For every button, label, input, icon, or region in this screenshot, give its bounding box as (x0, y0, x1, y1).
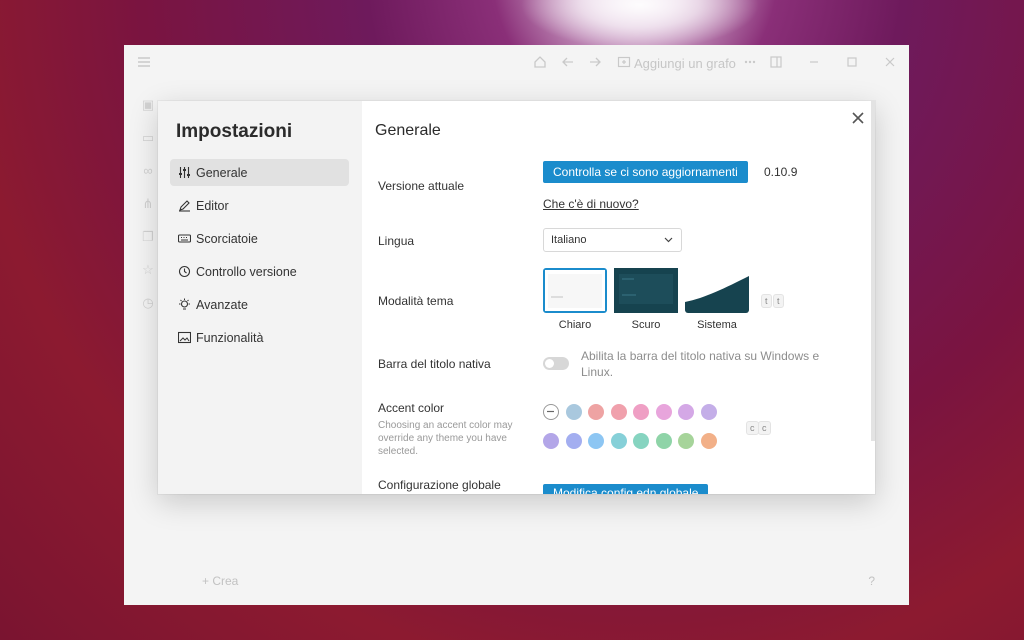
accent-color-swatch[interactable] (700, 433, 717, 449)
accent-color-swatch[interactable] (588, 433, 604, 449)
theme-name-system: Sistema (697, 319, 737, 331)
version-value: 0.10.9 (764, 165, 798, 179)
journals-icon[interactable]: ▣ (140, 97, 156, 113)
language-select[interactable]: Italiano (543, 228, 682, 252)
nav-item-generale[interactable]: Generale (170, 159, 349, 186)
theme-label: Modalità tema (378, 294, 454, 308)
language-value: Italiano (551, 234, 587, 246)
language-label: Lingua (378, 234, 415, 248)
theme-name-light: Chiaro (558, 319, 592, 331)
accent-color-swatch[interactable] (655, 404, 672, 420)
accent-color-swatch[interactable] (543, 433, 559, 449)
settings-nav: Generale Editor Scorciatoie Controllo ve… (170, 159, 349, 357)
help-button[interactable]: ? (868, 574, 875, 588)
nav-item-label: Avanzate (196, 297, 248, 312)
dark-preview-icon (614, 268, 678, 313)
global-config-label: Configurazione globale (378, 478, 501, 492)
history-icon (177, 265, 191, 279)
check-updates-button[interactable]: Controlla se ci sono aggiornamenti (543, 161, 748, 183)
nav-item-avanzate[interactable]: Avanzate (170, 291, 349, 318)
add-graph-button[interactable]: Aggiungi un grafo (634, 56, 736, 71)
nav-item-scorciatoie[interactable]: Scorciatoie (170, 225, 349, 252)
flashcards-icon[interactable]: ▭ (140, 130, 156, 146)
bulb-icon (177, 298, 191, 312)
accent-color-label: Accent color (378, 401, 445, 415)
settings-sidebar: Impostazioni Generale Editor Scorciatoie (158, 101, 362, 494)
settings-dialog: Impostazioni Generale Editor Scorciatoie (158, 101, 875, 494)
native-titlebar-label: Barra del titolo nativa (378, 357, 491, 371)
keyboard-icon (177, 232, 191, 246)
forward-arrow-icon[interactable] (587, 55, 603, 71)
native-titlebar-desc: Abilita la barra del titolo nativa su Wi… (581, 349, 820, 379)
add-graph-icon[interactable] (616, 55, 632, 71)
theme-system-option[interactable] (685, 268, 749, 313)
favorites-icon[interactable]: ☆ (140, 262, 156, 278)
pages-icon[interactable]: ❐ (140, 229, 156, 245)
back-arrow-icon[interactable] (560, 55, 576, 71)
pen-icon (177, 199, 191, 213)
accent-color-swatch[interactable] (610, 433, 627, 449)
accent-none-swatch[interactable] (543, 404, 559, 420)
scrollbar[interactable] (871, 101, 875, 441)
create-button[interactable]: + Crea (202, 574, 238, 588)
edit-global-config-button[interactable]: Modifica config.edn globale (543, 484, 709, 494)
theme-dark-option[interactable] (614, 268, 678, 313)
graph-icon[interactable]: ⋔ (140, 196, 156, 212)
nav-item-controllo-versione[interactable]: Controllo versione (170, 258, 349, 285)
nav-item-label: Funzionalità (196, 330, 264, 345)
accent-color-swatch[interactable] (565, 433, 582, 449)
whats-new-link[interactable]: Che c'è di nuovo? (543, 197, 639, 211)
nav-item-label: Generale (196, 165, 248, 180)
version-label: Versione attuale (378, 179, 465, 193)
accent-shortcut-key: c (746, 421, 759, 435)
left-rail: ▣ ▭ ∞ ⋔ ❐ ☆ ◷ (140, 97, 160, 328)
accent-color-swatch[interactable] (678, 404, 694, 420)
native-titlebar-toggle[interactable] (543, 357, 569, 370)
close-icon[interactable] (849, 109, 867, 127)
accent-color-swatch[interactable] (588, 404, 604, 420)
window-close-icon[interactable] (882, 55, 898, 71)
accent-color-swatch[interactable] (678, 433, 694, 449)
theme-shortcut-key: t (773, 294, 784, 308)
nav-item-funzionalita[interactable]: Funzionalità (170, 324, 349, 351)
maximize-icon[interactable] (844, 55, 860, 71)
sidebar-toggle-icon[interactable] (768, 55, 784, 71)
accent-color-desc: Choosing an accent color may override an… (378, 420, 513, 457)
nav-item-label: Editor (196, 198, 229, 213)
nav-item-label: Controllo versione (196, 264, 297, 279)
settings-main: Generale Versione attuale Controlla se c… (362, 101, 875, 494)
theme-name-dark: Scuro (631, 319, 661, 331)
accent-color-swatch[interactable] (633, 404, 649, 420)
theme-shortcut-key: t (761, 294, 772, 308)
sliders-icon (177, 166, 191, 180)
menu-icon[interactable] (136, 55, 152, 71)
more-icon[interactable] (742, 55, 758, 71)
titlebar: Aggiungi un grafo (124, 45, 909, 81)
recent-icon[interactable]: ◷ (140, 295, 156, 311)
chevron-down-icon (664, 229, 673, 260)
accent-shortcut-key: c (758, 421, 771, 435)
whiteboard-icon[interactable]: ∞ (140, 163, 156, 179)
nav-item-label: Scorciatoie (196, 231, 258, 246)
accent-color-swatch[interactable] (633, 433, 649, 449)
light-preview-icon (545, 270, 605, 311)
accent-color-swatch[interactable] (565, 404, 582, 420)
nav-item-editor[interactable]: Editor (170, 192, 349, 219)
wallpaper-highlight (520, 0, 760, 50)
settings-title: Impostazioni (176, 121, 293, 142)
home-icon[interactable] (532, 55, 548, 71)
accent-color-swatch[interactable] (610, 404, 627, 420)
theme-light-option[interactable] (543, 268, 607, 313)
accent-color-swatch[interactable] (655, 433, 672, 449)
accent-color-swatch[interactable] (700, 404, 717, 420)
section-title: Generale (375, 122, 441, 139)
image-icon (177, 331, 191, 345)
system-preview-icon (685, 268, 749, 313)
minimize-icon[interactable] (806, 55, 822, 71)
